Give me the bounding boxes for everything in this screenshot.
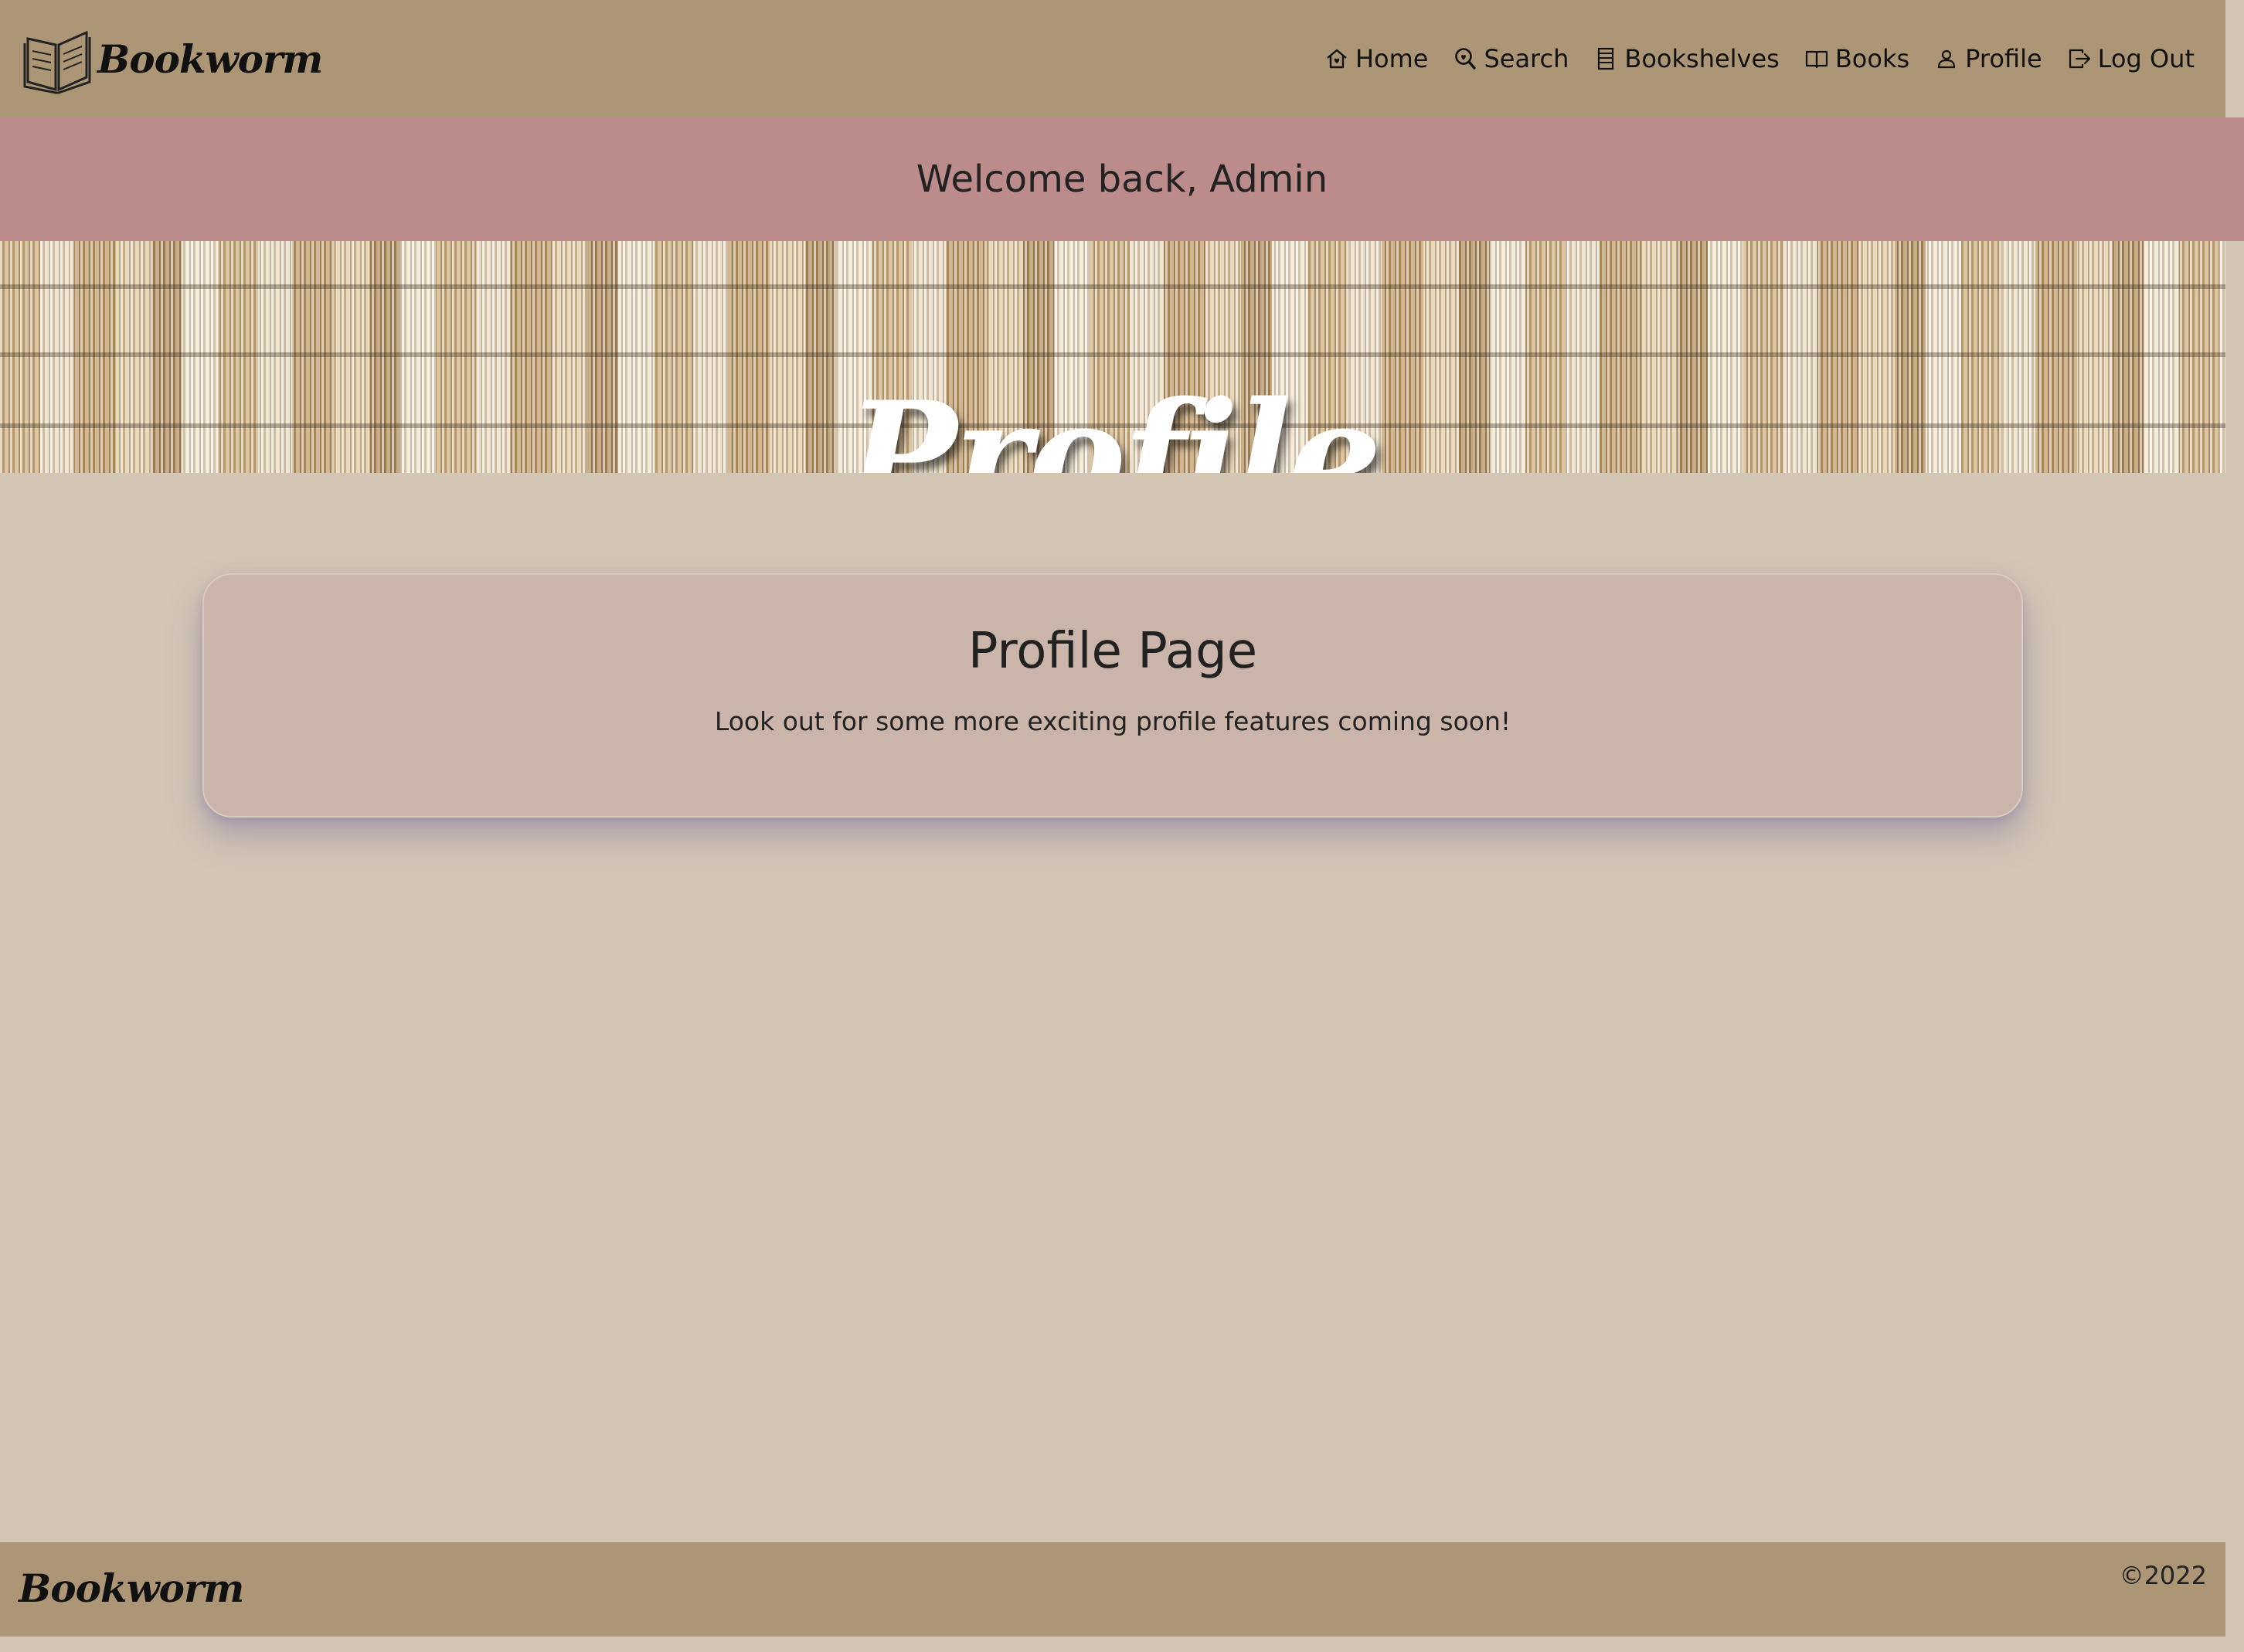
nav-profile-label: Profile bbox=[1965, 44, 2042, 73]
brand-name: Bookworm bbox=[97, 36, 323, 82]
bookshelf-icon bbox=[1598, 47, 1614, 70]
nav-menu: Home Search Bookshelves Books Profile Lo… bbox=[1324, 37, 2195, 80]
footer-brand: Bookworm bbox=[19, 1565, 244, 1611]
nav-logout[interactable]: Log Out bbox=[2067, 44, 2195, 73]
home-icon bbox=[1327, 49, 1347, 69]
nav-bookshelves-label: Bookshelves bbox=[1624, 44, 1780, 73]
nav-search-label: Search bbox=[1484, 44, 1569, 73]
nav-books[interactable]: Books bbox=[1804, 44, 1909, 73]
nav-books-label: Books bbox=[1834, 44, 1910, 73]
logout-icon bbox=[2069, 49, 2090, 69]
open-book-icon bbox=[23, 30, 91, 94]
hero-title: Profile bbox=[846, 369, 1382, 473]
nav-bookshelves[interactable]: Bookshelves bbox=[1593, 44, 1780, 73]
welcome-message: Welcome back, Admin bbox=[916, 158, 1328, 201]
brand-link[interactable]: Bookworm bbox=[22, 23, 323, 94]
hero-texture-divider bbox=[0, 284, 2225, 289]
search-icon bbox=[1455, 48, 1477, 70]
navbar: Bookworm Home Search Bookshelves Books P… bbox=[0, 0, 2225, 117]
book-icon bbox=[1805, 50, 1828, 69]
nav-search[interactable]: Search bbox=[1453, 44, 1569, 73]
card-title: Profile Page bbox=[967, 623, 1258, 680]
footer-copyright: ©2022 bbox=[2119, 1561, 2207, 1590]
nav-home-label: Home bbox=[1355, 44, 1429, 73]
hero-banner: Profile bbox=[0, 241, 2225, 473]
footer: Bookworm ©2022 bbox=[0, 1542, 2225, 1637]
nav-profile[interactable]: Profile bbox=[1934, 44, 2042, 73]
profile-card: Profile Page Look out for some more exci… bbox=[202, 573, 2023, 818]
welcome-banner: Welcome back, Admin bbox=[0, 117, 2244, 241]
card-message: Look out for some more exciting profile … bbox=[714, 706, 1511, 736]
user-icon bbox=[1938, 49, 1956, 69]
nav-home[interactable]: Home bbox=[1324, 44, 1429, 73]
nav-logout-label: Log Out bbox=[2097, 44, 2195, 73]
